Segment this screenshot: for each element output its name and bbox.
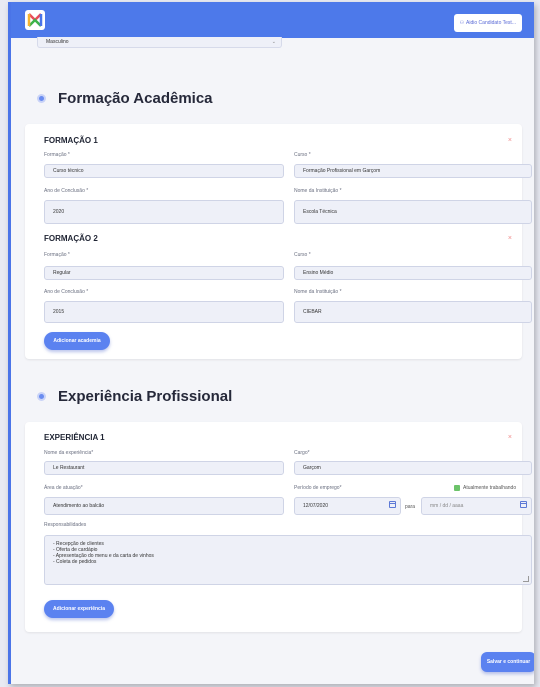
formacao-2-instituicao-label: Nome da Instituição *: [294, 289, 342, 295]
app-logo[interactable]: [25, 10, 45, 30]
remove-formacao-1-icon[interactable]: ×: [508, 137, 512, 144]
formacao-1-instituicao-input[interactable]: Escola Técnica: [294, 200, 532, 224]
formacao-2-formacao-label: Formação *: [44, 252, 70, 258]
cargo-input[interactable]: Garçom: [294, 461, 532, 475]
experience-section-header: Experiência Profissional: [37, 388, 232, 405]
checkbox-icon: [454, 485, 460, 491]
academic-card: [25, 124, 522, 359]
experiencia-1-title: EXPERIÊNCIA 1: [44, 433, 105, 442]
formacao-1-instituicao-label: Nome da Instituição *: [294, 188, 342, 194]
responsabilidades-textarea[interactable]: - Recepção de clientes - Oferta de cardá…: [44, 535, 532, 585]
chevron-down-icon: ⌄: [271, 39, 276, 45]
top-navbar: ⚇ Aidio Candidato Test...: [11, 2, 534, 38]
formacao-2-formacao-select[interactable]: Regular: [44, 266, 284, 280]
formacao-2-ano-input[interactable]: 2015: [44, 301, 284, 323]
formacao-1-formacao-label: Formação *: [44, 152, 70, 158]
experience-section-title: Experiência Profissional: [58, 388, 233, 405]
empresa-label: Nome da experiência*: [44, 450, 94, 456]
atual-checkbox[interactable]: Atualmente trabalhando: [454, 485, 516, 491]
graduation-icon: [37, 94, 46, 103]
area-input[interactable]: Atendimento ao balcão: [44, 497, 284, 515]
formacao-1-formacao-select[interactable]: Curso técnico: [44, 164, 284, 178]
academic-section-header: Formação Acadêmica: [37, 90, 213, 107]
data-inicio-value: 12/07/2020: [303, 503, 329, 509]
atual-label: Atualmente trabalhando: [463, 485, 517, 491]
user-icon: ⚇: [459, 20, 465, 26]
formacao-2-curso-label: Curso *: [294, 252, 311, 258]
formacao-2-title: FORMAÇÃO 2: [44, 234, 98, 243]
responsabilidade-line: - Coleta de pedidos: [53, 559, 97, 565]
responsabilidades-label: Responsabilidades: [44, 522, 87, 528]
formacao-1-curso-input[interactable]: Formação Profissional em Garçom: [294, 164, 532, 178]
formacao-2-instituicao-input[interactable]: CIEBAR: [294, 301, 532, 323]
user-menu-label: Aidio Candidato Test...: [466, 20, 516, 26]
para-label: para: [405, 504, 416, 510]
calendar-icon[interactable]: [520, 501, 527, 508]
add-academic-button[interactable]: Adicionar academia: [44, 332, 110, 350]
formacao-2-curso-input[interactable]: Ensino Médio: [294, 266, 532, 280]
formacao-1-curso-label: Curso *: [294, 152, 311, 158]
periodo-label: Período de emprego*: [294, 485, 342, 491]
add-experience-button[interactable]: Adicionar experiência: [44, 600, 114, 618]
formacao-1-ano-input[interactable]: 2020: [44, 200, 284, 224]
app-window: ⚇ Aidio Candidato Test... Masculino ⌄ For…: [8, 2, 534, 684]
data-inicio-input[interactable]: 12/07/2020: [294, 497, 401, 515]
empresa-input[interactable]: Le Restaurant: [44, 461, 284, 475]
calendar-icon[interactable]: [389, 501, 396, 508]
cargo-label: Cargo*: [294, 450, 310, 456]
data-fim-input[interactable]: mm / dd / aaaa: [421, 497, 532, 515]
gender-select[interactable]: Masculino ⌄: [37, 37, 282, 48]
briefcase-icon: [37, 392, 46, 401]
data-fim-placeholder: mm / dd / aaaa: [430, 503, 464, 509]
gender-select-value: Masculino: [46, 39, 69, 45]
remove-formacao-2-icon[interactable]: ×: [508, 235, 512, 242]
user-menu-button[interactable]: ⚇ Aidio Candidato Test...: [453, 14, 522, 32]
resize-handle-icon[interactable]: [523, 576, 529, 582]
logo-icon: [27, 13, 43, 27]
formacao-1-title: FORMAÇÃO 1: [44, 136, 98, 145]
area-label: Área de atuação*: [44, 485, 83, 491]
formacao-1-ano-label: Ano de Conclusão *: [44, 188, 89, 194]
academic-section-title: Formação Acadêmica: [58, 90, 213, 107]
save-continue-button[interactable]: Salvar e continuar: [481, 652, 534, 672]
formacao-2-ano-label: Ano de Conclusão *: [44, 289, 89, 295]
remove-experiencia-1-icon[interactable]: ×: [508, 434, 512, 441]
